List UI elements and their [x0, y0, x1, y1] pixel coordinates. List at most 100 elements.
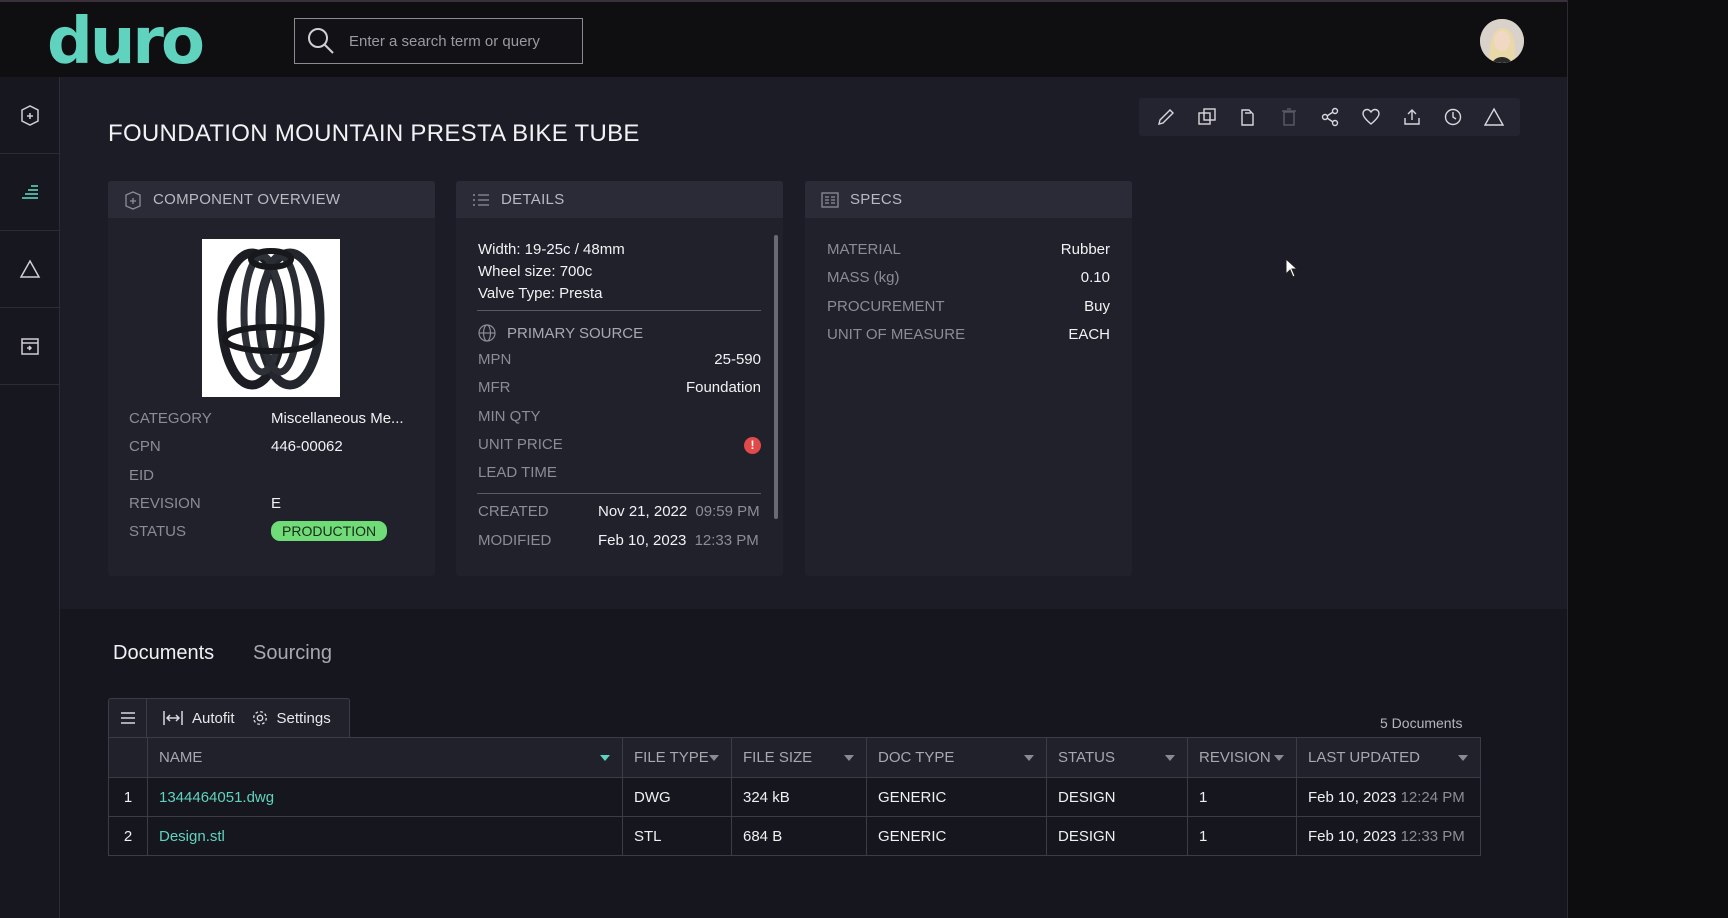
table-header-row: NAME FILE TYPE FILE SIZE DOC TYPE STATUS…	[108, 737, 1481, 778]
cpn-value: 446-00062	[271, 438, 343, 455]
modified-label: MODIFIED	[478, 532, 552, 549]
filter-caret-icon[interactable]	[1165, 755, 1175, 761]
last-updated-date: Feb 10, 2023	[1308, 788, 1397, 806]
column-header-last-updated[interactable]: LAST UPDATED	[1296, 737, 1481, 778]
unit-price-label: UNIT PRICE	[478, 436, 563, 453]
pencil-icon	[1157, 109, 1174, 125]
spec-label: UNIT OF MEASURE	[827, 326, 966, 343]
status-cell: DESIGN	[1046, 777, 1188, 817]
mfr-label: MFR	[478, 379, 511, 396]
last-updated-cell: Feb 10, 2023 12:24 PM	[1296, 777, 1481, 817]
delete-button[interactable]	[1277, 105, 1301, 129]
doc-type-cell[interactable]: GENERIC	[866, 777, 1047, 817]
created-label: CREATED	[478, 503, 549, 520]
top-bar: duro	[0, 0, 1567, 77]
component-overview-card: COMPONENT OVERVIEW CATEGORY Miscellaneou…	[108, 181, 435, 576]
description-line-1: Width: 19-25c / 48mm	[478, 241, 625, 258]
lead-time-label: LEAD TIME	[478, 464, 557, 481]
search-input[interactable]	[349, 32, 559, 50]
modified-date: Feb 10, 2023	[598, 532, 687, 549]
file-size-cell: 684 B	[731, 816, 867, 856]
column-header-file-type[interactable]: FILE TYPE	[622, 737, 732, 778]
details-scrollbar[interactable]	[774, 235, 778, 519]
column-header-status[interactable]: STATUS	[1046, 737, 1188, 778]
copy-button[interactable]	[1236, 105, 1260, 129]
list-lines-icon	[21, 185, 38, 199]
column-header-label: REVISION	[1199, 749, 1271, 766]
sidebar-item-import[interactable]	[0, 308, 59, 385]
table-row[interactable]: 2 Design.stl STL 684 B GENERIC DESIGN 1 …	[108, 816, 1481, 856]
action-toolbar	[1139, 98, 1520, 136]
column-header-name[interactable]: NAME	[147, 737, 623, 778]
duplicate-button[interactable]	[1195, 105, 1219, 129]
specs-card: SPECS MATERIAL Rubber MASS (kg) 0.10 PRO…	[805, 181, 1132, 576]
tab-documents[interactable]: Documents	[113, 642, 214, 665]
filter-caret-icon[interactable]	[709, 755, 719, 761]
filter-caret-icon[interactable]	[1274, 755, 1284, 761]
column-header-label: FILE SIZE	[743, 749, 813, 766]
clock-icon	[1444, 108, 1461, 126]
history-button[interactable]	[1441, 105, 1465, 129]
cpn-label: CPN	[129, 438, 161, 455]
tab-sourcing[interactable]: Sourcing	[253, 642, 332, 665]
grid-toolbar: Autofit Settings	[108, 698, 350, 738]
description-line-2: Wheel size: 700c	[478, 263, 593, 280]
specs-header: SPECS	[805, 181, 1132, 218]
user-avatar[interactable]	[1480, 19, 1524, 63]
package-add-icon	[20, 105, 39, 126]
category-value: Miscellaneous Me...	[271, 410, 404, 427]
export-button[interactable]	[1400, 105, 1424, 129]
favorite-button[interactable]	[1359, 105, 1383, 129]
package-icon	[125, 190, 141, 210]
share-nodes-icon	[1321, 107, 1338, 127]
unit-price-warning-icon[interactable]: !	[744, 437, 761, 454]
doc-type-cell[interactable]: GENERIC	[866, 816, 1047, 856]
modified-time: 12:33 PM	[694, 532, 759, 549]
where-used-button[interactable]	[1318, 105, 1342, 129]
sidebar-item-new-component[interactable]	[0, 77, 59, 154]
spec-sheet-icon	[821, 191, 839, 208]
column-header-label: DOC TYPE	[878, 749, 955, 766]
row-index: 1	[108, 777, 148, 817]
status-cell: DESIGN	[1046, 816, 1188, 856]
filter-caret-icon[interactable]	[1458, 755, 1468, 761]
document-name-link[interactable]: 1344464051.dwg	[147, 777, 623, 817]
settings-button[interactable]: Settings	[251, 709, 331, 727]
search-icon	[308, 28, 334, 54]
specs-title: SPECS	[850, 191, 903, 208]
grid-menu-button[interactable]	[109, 698, 147, 738]
primary-source-heading: PRIMARY SOURCE	[477, 323, 643, 343]
change-order-button[interactable]	[1482, 105, 1506, 129]
details-divider-2	[477, 493, 761, 494]
triangle-icon	[1483, 107, 1504, 126]
status-label: STATUS	[129, 523, 186, 540]
primary-source-title: PRIMARY SOURCE	[507, 324, 644, 342]
filter-caret-icon[interactable]	[844, 755, 854, 761]
spec-label: MASS (kg)	[827, 269, 900, 286]
component-overview-title: COMPONENT OVERVIEW	[153, 191, 341, 208]
document-count: 5 Documents	[1380, 715, 1463, 731]
sidebar-item-library[interactable]	[0, 154, 59, 231]
autofit-button[interactable]: Autofit	[162, 709, 235, 727]
heart-icon	[1361, 108, 1380, 125]
document-name-link[interactable]: Design.stl	[147, 816, 623, 856]
settings-label: Settings	[276, 709, 331, 727]
status-badge: PRODUCTION	[271, 521, 388, 541]
sort-caret-icon[interactable]	[600, 755, 610, 761]
column-header-doc-type[interactable]: DOC TYPE	[866, 737, 1047, 778]
column-header-revision[interactable]: REVISION	[1187, 737, 1297, 778]
edit-button[interactable]	[1154, 105, 1178, 129]
spec-value: Rubber	[1060, 241, 1110, 258]
sidebar-item-changes[interactable]	[0, 231, 59, 308]
min-qty-label: MIN QTY	[478, 408, 541, 425]
product-thumbnail[interactable]	[202, 239, 340, 397]
duro-logo[interactable]: duro	[47, 10, 205, 74]
search-box[interactable]	[294, 18, 583, 64]
file-size-cell: 324 kB	[731, 777, 867, 817]
revision-label: REVISION	[129, 495, 201, 512]
column-header-file-size[interactable]: FILE SIZE	[731, 737, 867, 778]
filter-caret-icon[interactable]	[1024, 755, 1034, 761]
column-header-label: FILE TYPE	[634, 749, 709, 766]
upload-icon	[1403, 109, 1420, 125]
table-row[interactable]: 1 1344464051.dwg DWG 324 kB GENERIC DESI…	[108, 777, 1481, 817]
